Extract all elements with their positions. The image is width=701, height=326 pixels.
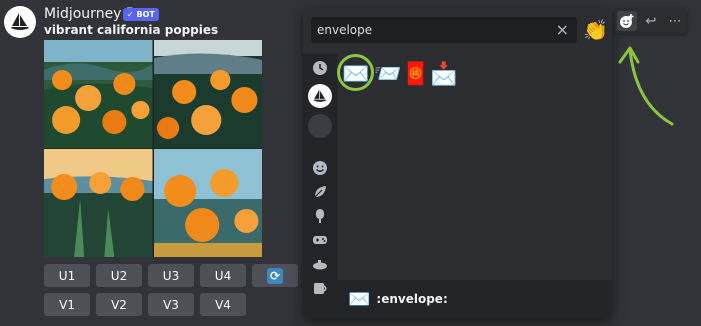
clock-icon[interactable]: [303, 60, 337, 76]
mug-icon[interactable]: [303, 280, 337, 296]
image-tile-4[interactable]: [153, 149, 262, 257]
refresh-icon: ⟳: [267, 267, 283, 284]
u3-button[interactable]: U3: [148, 264, 194, 287]
image-tile-2[interactable]: [153, 40, 262, 148]
popsicle-icon[interactable]: [303, 208, 337, 224]
clear-search-icon[interactable]: ×: [556, 20, 569, 40]
more-icon[interactable]: ⋯: [665, 11, 685, 31]
image-tile-3[interactable]: [44, 149, 153, 257]
emoji-search-input[interactable]: [317, 21, 537, 39]
annotation-arrow: [618, 46, 674, 126]
preview-label: :envelope:: [376, 292, 448, 306]
submarine-icon[interactable]: [303, 256, 337, 272]
v3-button[interactable]: V3: [148, 293, 194, 316]
category-rail: [303, 54, 337, 318]
server-icon[interactable]: [303, 114, 337, 138]
message-actions: ↩ ⋯: [615, 8, 687, 34]
sailboat-icon: [11, 13, 29, 30]
gamepad-icon[interactable]: [303, 232, 337, 248]
bot-tag: ✓ BOT: [123, 8, 159, 21]
v4-button[interactable]: V4: [200, 293, 246, 316]
image-grid[interactable]: [44, 40, 262, 257]
emoji-search: ×: [311, 17, 577, 43]
reply-icon[interactable]: ↩: [641, 11, 661, 31]
u1-button[interactable]: U1: [44, 264, 90, 287]
poppies-image-2: [153, 40, 262, 148]
emoji-red-envelope[interactable]: 🧧: [402, 61, 430, 89]
poppies-image-4: [153, 149, 262, 257]
add-reaction-icon[interactable]: [617, 11, 637, 31]
emoji-results: ✉️ 📨 🧧 📩: [337, 54, 612, 280]
u2-button[interactable]: U2: [96, 264, 142, 287]
skin-tone-icon[interactable]: 👏: [583, 18, 608, 42]
preview-emoji: ✉️: [348, 288, 371, 310]
poppies-image-3: [44, 149, 153, 257]
emoji-picker: × 👏 ✉️: [303, 8, 612, 318]
reroll-button[interactable]: ⟳: [252, 264, 298, 287]
smiley-icon[interactable]: [303, 160, 337, 176]
leaf-icon[interactable]: [303, 184, 337, 200]
emoji-envelope-with-arrow[interactable]: 📩: [430, 61, 458, 89]
v1-button[interactable]: V1: [44, 293, 90, 316]
variation-button-row: V1 V2 V3 V4: [44, 293, 246, 316]
emoji-preview: ✉️ :envelope:: [337, 280, 612, 318]
u4-button[interactable]: U4: [200, 264, 246, 287]
emoji-incoming-envelope[interactable]: 📨: [374, 61, 402, 89]
poppies-image-1: [44, 40, 153, 148]
v2-button[interactable]: V2: [96, 293, 142, 316]
highlight-circle: [337, 54, 374, 91]
upscale-button-row: U1 U2 U3 U4 ⟳: [44, 264, 298, 287]
avatar[interactable]: [4, 6, 36, 38]
prompt-text: vibrant california poppies: [44, 23, 219, 37]
midjourney-server-icon[interactable]: [303, 84, 337, 108]
image-tile-1[interactable]: [44, 40, 153, 148]
